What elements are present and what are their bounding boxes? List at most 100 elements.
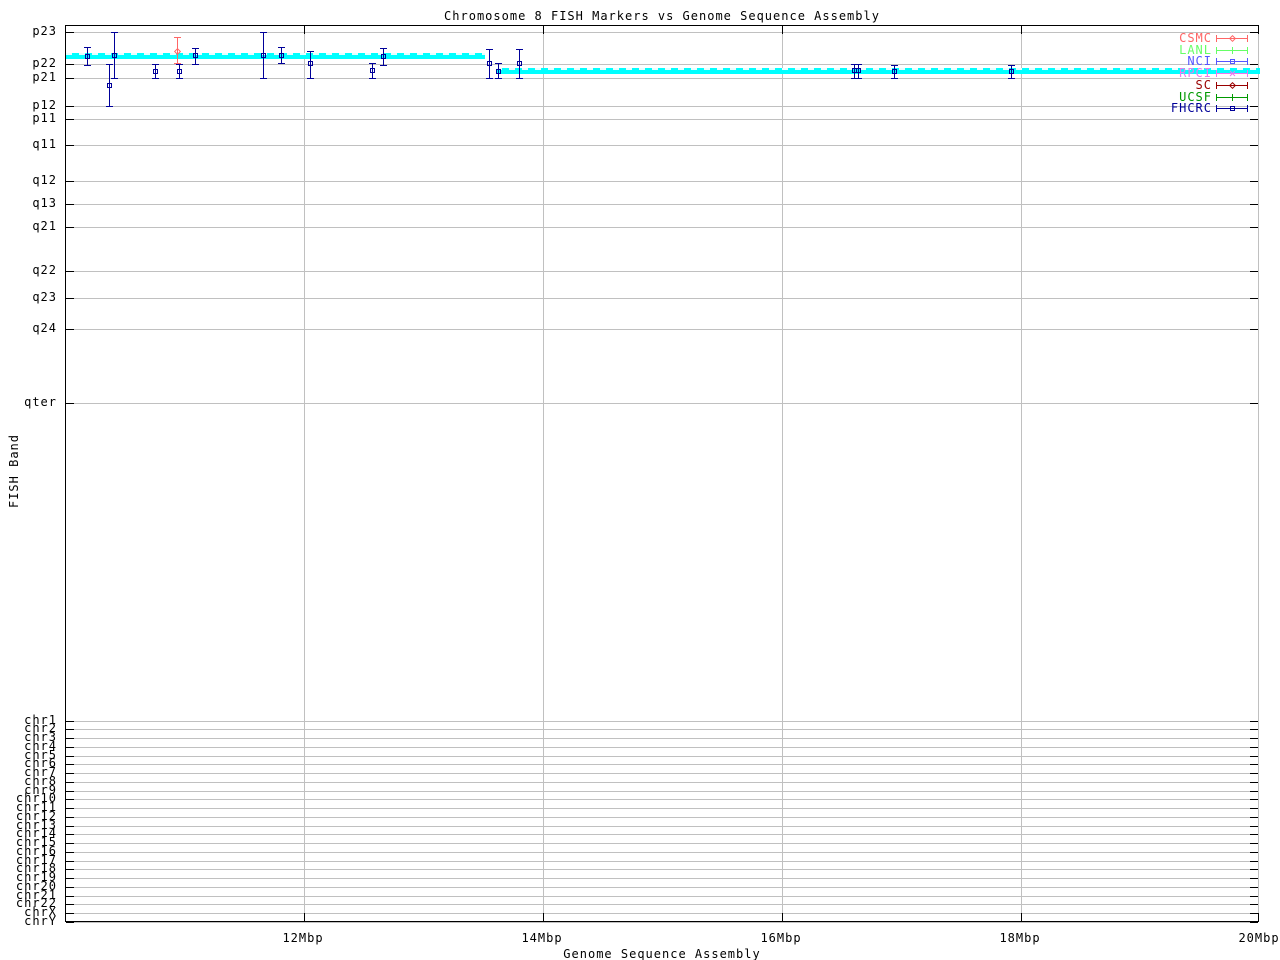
fhcrc-errorcap-bottom: [495, 78, 502, 79]
legend-sample-cap-left-LANL: [1216, 46, 1217, 54]
gridline-y-chrY: [66, 921, 1258, 923]
y-tick-right-chr8: [1250, 781, 1258, 783]
y-tick-right-chr17: [1250, 860, 1258, 862]
y-tick-left-p23: [66, 32, 74, 33]
y-tick-label-q24: q24: [32, 321, 57, 335]
fhcrc-errorcap-top: [307, 51, 314, 52]
y-tick-left-chr15: [66, 843, 74, 844]
y-tick-right-chr16: [1250, 851, 1258, 853]
y-tick-left-q11: [66, 145, 74, 146]
gridline-y-chr16: [66, 851, 1258, 853]
fhcrc-point-square-marker: [487, 61, 492, 66]
gridline-y-chr8: [66, 781, 1258, 783]
gridline-y-chr9: [66, 790, 1258, 792]
fhcrc-errorcap-bottom: [111, 78, 118, 79]
y-tick-right-p21: [1250, 77, 1258, 79]
gridline-y-chr1: [66, 720, 1258, 722]
legend-sample-cap-right-SC: [1247, 81, 1248, 89]
legend-sample-cap-right-CSMC: [1247, 35, 1248, 42]
fhcrc-errorcap-bottom: [369, 78, 376, 79]
y-tick-left-chr22: [66, 904, 74, 906]
y-tick-right-chr22: [1250, 904, 1258, 906]
gridline-y-chr14: [66, 834, 1258, 836]
y-tick-left-p22: [66, 64, 74, 65]
y-tick-left-chr14: [66, 834, 74, 836]
legend-label-SC: SC: [1195, 77, 1212, 92]
legend-sample-line-SC: [1216, 84, 1248, 86]
gridline-y-chr17: [66, 860, 1258, 862]
gridline-y-chr7: [66, 773, 1258, 774]
fhcrc-errorcap-bottom: [855, 78, 862, 79]
fhcrc-errorcap-bottom: [1008, 78, 1015, 79]
x-tick-top-14Mbp: [543, 26, 544, 34]
y-tick-right-p12: [1250, 106, 1258, 107]
gridline-y-chr18: [66, 869, 1258, 871]
fhcrc-errorcap-top: [152, 64, 159, 65]
y-tick-right-q24: [1250, 329, 1258, 330]
legend-sample-cap-left-UCSF: [1216, 93, 1217, 101]
y-tick-right-chr11: [1250, 808, 1258, 809]
y-tick-left-q24: [66, 329, 74, 330]
gridline-x-12Mbp: [304, 26, 305, 921]
legend-sample-cap-left-SC: [1216, 81, 1217, 89]
y-tick-left-chr4: [66, 746, 74, 748]
y-tick-right-chr21: [1250, 895, 1258, 897]
fhcrc-errorcap-bottom: [380, 65, 387, 66]
gridline-y-chr20: [66, 886, 1258, 888]
fhcrc-errorcap-bottom: [486, 78, 493, 79]
fhcrc-point-square-marker: [85, 54, 90, 59]
y-tick-right-chrY: [1250, 921, 1258, 923]
fhcrc-errorcap-top: [891, 65, 898, 66]
gridline-y-chr13: [66, 825, 1258, 827]
fhcrc-point-square-marker: [856, 68, 861, 73]
y-tick-label-p22: p22: [32, 56, 57, 70]
fhcrc-point-square-marker: [261, 53, 266, 58]
y-tick-left-q23: [66, 298, 74, 299]
fhcrc-point-square-marker: [279, 53, 284, 58]
y-tick-label-p12: p12: [32, 98, 57, 112]
y-tick-right-chr7: [1250, 773, 1258, 774]
x-tick-label-16Mbp: 16Mbp: [760, 931, 802, 945]
fhcrc-point-square-marker: [517, 61, 522, 66]
y-tick-right-qter: [1250, 403, 1258, 404]
fhcrc-errorcap-top: [380, 48, 387, 49]
legend-sample-line-NCI: [1216, 61, 1248, 63]
fhcrc-point-square-marker: [370, 68, 375, 73]
x-tick-bottom-18Mbp: [1021, 913, 1022, 921]
y-tick-left-p12: [66, 106, 74, 107]
gridline-x-14Mbp: [543, 26, 544, 921]
gridline-y-chr6: [66, 764, 1258, 766]
fhcrc-point-square-marker: [892, 69, 897, 74]
fhcrc-errorcap-bottom: [891, 78, 898, 79]
y-tick-right-chr4: [1250, 746, 1258, 748]
gridline-y-chr12: [66, 816, 1258, 818]
x-axis-title: Genome Sequence Assembly: [563, 947, 761, 960]
x-tick-bottom-20Mbp: [1258, 913, 1259, 921]
x-tick-label-18Mbp: 18Mbp: [999, 931, 1041, 945]
legend-sample-cap-left-RPCI: [1216, 70, 1217, 78]
y-tick-right-chr15: [1250, 843, 1258, 844]
gridline-y-chr11: [66, 808, 1258, 809]
y-tick-label-p21: p21: [32, 69, 57, 84]
y-tick-left-chr10: [66, 799, 74, 801]
y-tick-left-q22: [66, 271, 74, 272]
y-tick-right-chr3: [1250, 738, 1258, 739]
fish-marker-chart: Chromosome 8 FISH Markers vs Genome Sequ…: [0, 0, 1280, 960]
legend-sample-line-RPCI: [1216, 73, 1248, 75]
gridline-y-q11: [66, 145, 1258, 146]
y-tick-right-chr1: [1250, 720, 1258, 722]
y-tick-right-q23: [1250, 298, 1258, 299]
y-tick-right-chr2: [1250, 729, 1258, 731]
y-tick-right-chr18: [1250, 869, 1258, 871]
y-tick-right-q22: [1250, 271, 1258, 272]
gridline-y-qter: [66, 403, 1258, 404]
y-tick-right-chr12: [1250, 816, 1258, 818]
fhcrc-errorcap-top: [192, 48, 199, 49]
fhcrc-errorcap-top: [106, 64, 113, 65]
y-tick-left-chr11: [66, 808, 74, 809]
y-tick-label-q23: q23: [32, 290, 57, 304]
y-tick-label-p23: p23: [32, 24, 57, 38]
y-tick-right-chr19: [1250, 878, 1258, 879]
y-tick-label-q22: q22: [32, 263, 57, 277]
gridline-y-chr5: [66, 755, 1258, 757]
